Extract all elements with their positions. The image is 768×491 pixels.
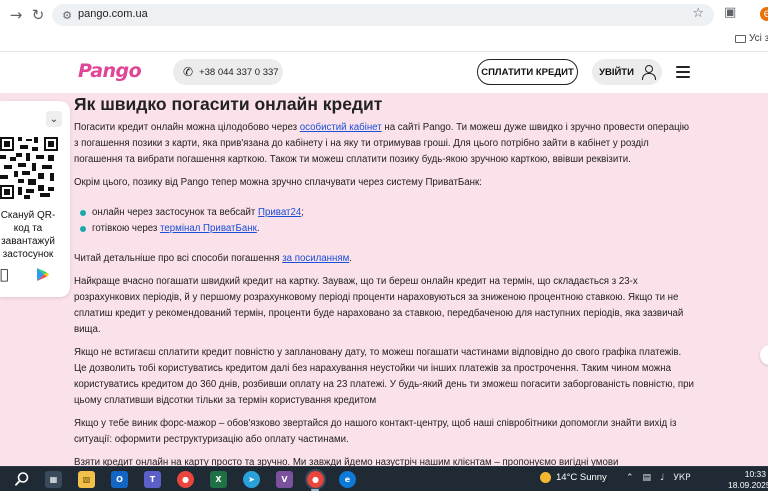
menu-icon[interactable]	[676, 66, 690, 78]
paragraph-1: Погасити кредит онлайн можна цілодобово …	[74, 122, 690, 165]
network-icon[interactable]: ▤	[643, 473, 652, 483]
paragraph-2: Окрім цього, позику від Pango тепер можн…	[74, 177, 482, 188]
login-button[interactable]: УВІЙТИ	[592, 59, 662, 85]
privatbank-terminal-link[interactable]: термінал ПриватБанк	[160, 223, 257, 234]
google-play-icon[interactable]	[36, 267, 50, 282]
qr-download-panel: ⌄ Скануй QR-код та завантажуй застосунок…	[0, 101, 70, 297]
forward-arrow-icon[interactable]: →	[6, 5, 26, 25]
bookmarks-bar: Усі за	[0, 30, 768, 48]
search-icon[interactable]	[14, 471, 30, 487]
language-indicator[interactable]: УКР	[673, 473, 690, 483]
url-text[interactable]: pango.com.ua	[78, 8, 148, 20]
outlook-icon[interactable]: O	[111, 471, 128, 488]
chrome-icon[interactable]: ●	[177, 471, 194, 488]
extensions-icon[interactable]: ▣	[724, 5, 736, 20]
edge-icon[interactable]: e	[339, 471, 356, 488]
system-tray: ⌃ ▤ ♩ УКР	[626, 473, 691, 483]
profile-avatar[interactable]: Є	[760, 7, 768, 21]
teams-icon[interactable]: T	[144, 471, 161, 488]
bookmarks-folder[interactable]: Усі за	[735, 33, 768, 44]
task-view-icon[interactable]: ▦	[45, 471, 62, 488]
reload-icon[interactable]: ↻	[28, 5, 48, 25]
payment-methods-list: онлайн через застосунок та вебсайт Прива…	[80, 205, 696, 237]
site-info-icon[interactable]: ⚙	[60, 8, 74, 22]
browser-chrome: → ↻ ⚙ pango.com.ua ☆ ▣ Є Усі за	[0, 0, 768, 52]
time: 10:33	[744, 469, 766, 479]
chrome-active-icon[interactable]: ●	[305, 469, 326, 490]
pango-logo[interactable]: Pango	[78, 60, 142, 82]
privat24-link[interactable]: Приват24	[258, 207, 301, 218]
bookmark-star-icon[interactable]: ☆	[692, 6, 704, 21]
pay-credit-button[interactable]: СПЛАТИТИ КРЕДИТ	[477, 59, 578, 85]
weather-text: 14°C Sunny	[556, 472, 607, 483]
list-item: онлайн через застосунок та вебсайт Прива…	[80, 205, 696, 221]
address-bar[interactable]: ⚙ pango.com.ua ☆	[52, 4, 714, 26]
phone-button[interactable]: ✆ +38 044 337 0 337	[173, 59, 283, 85]
phone-number: +38 044 337 0 337	[199, 66, 279, 78]
side-tab[interactable]	[760, 345, 768, 365]
qr-code	[0, 137, 58, 199]
qr-caption: Скануй QR-код та завантажуй застосунок	[0, 210, 56, 260]
excel-icon[interactable]: X	[210, 471, 227, 488]
file-explorer-icon[interactable]: ▧	[78, 471, 95, 488]
article-title: Як швидко погасити онлайн кредит	[74, 94, 383, 114]
folder-icon	[735, 34, 746, 43]
bookmarks-folder-label: Усі за	[749, 33, 768, 44]
apple-store-icon[interactable]: 	[0, 267, 8, 283]
user-icon	[641, 65, 656, 80]
personal-cabinet-link[interactable]: особистий кабінет	[300, 122, 382, 133]
paragraph-6: Якщо у тебе виник форс-мажор – обов'язко…	[74, 418, 677, 445]
paragraph-5: Якщо не встигаєш сплатити кредит повніст…	[74, 347, 694, 406]
paragraph-3: Читай детальніше про всі способи погашен…	[74, 253, 352, 264]
viber-icon[interactable]: V	[276, 471, 293, 488]
date: 18.09.2025	[728, 480, 768, 490]
login-label: УВІЙТИ	[599, 66, 634, 78]
sun-icon	[540, 472, 551, 483]
phone-icon: ✆	[183, 65, 194, 79]
list-item: готівкою через термінал ПриватБанк.	[80, 221, 696, 237]
telegram-icon[interactable]: ➤	[243, 471, 260, 488]
chevron-down-icon[interactable]: ⌄	[46, 111, 62, 127]
paragraph-4: Найкраще вчасно погашати швидкий кредит …	[74, 276, 684, 335]
speaker-icon[interactable]: ♩	[660, 473, 664, 483]
article: Як швидко погасити онлайн кредит Погасит…	[74, 93, 696, 478]
payment-methods-link[interactable]: за посиланням	[282, 253, 349, 264]
chevron-up-icon[interactable]: ⌃	[626, 473, 634, 483]
weather-widget[interactable]: 14°C Sunny	[540, 472, 607, 483]
taskbar: ▦ ▧ O T ● X ➤ V ● e 14°C Sunny ⌃ ▤ ♩ УКР…	[0, 466, 768, 491]
clock[interactable]: 10:33 18.09.2025	[728, 469, 768, 491]
site-header: Pango ✆ +38 044 337 0 337 СПЛАТИТИ КРЕДИ…	[0, 52, 768, 93]
